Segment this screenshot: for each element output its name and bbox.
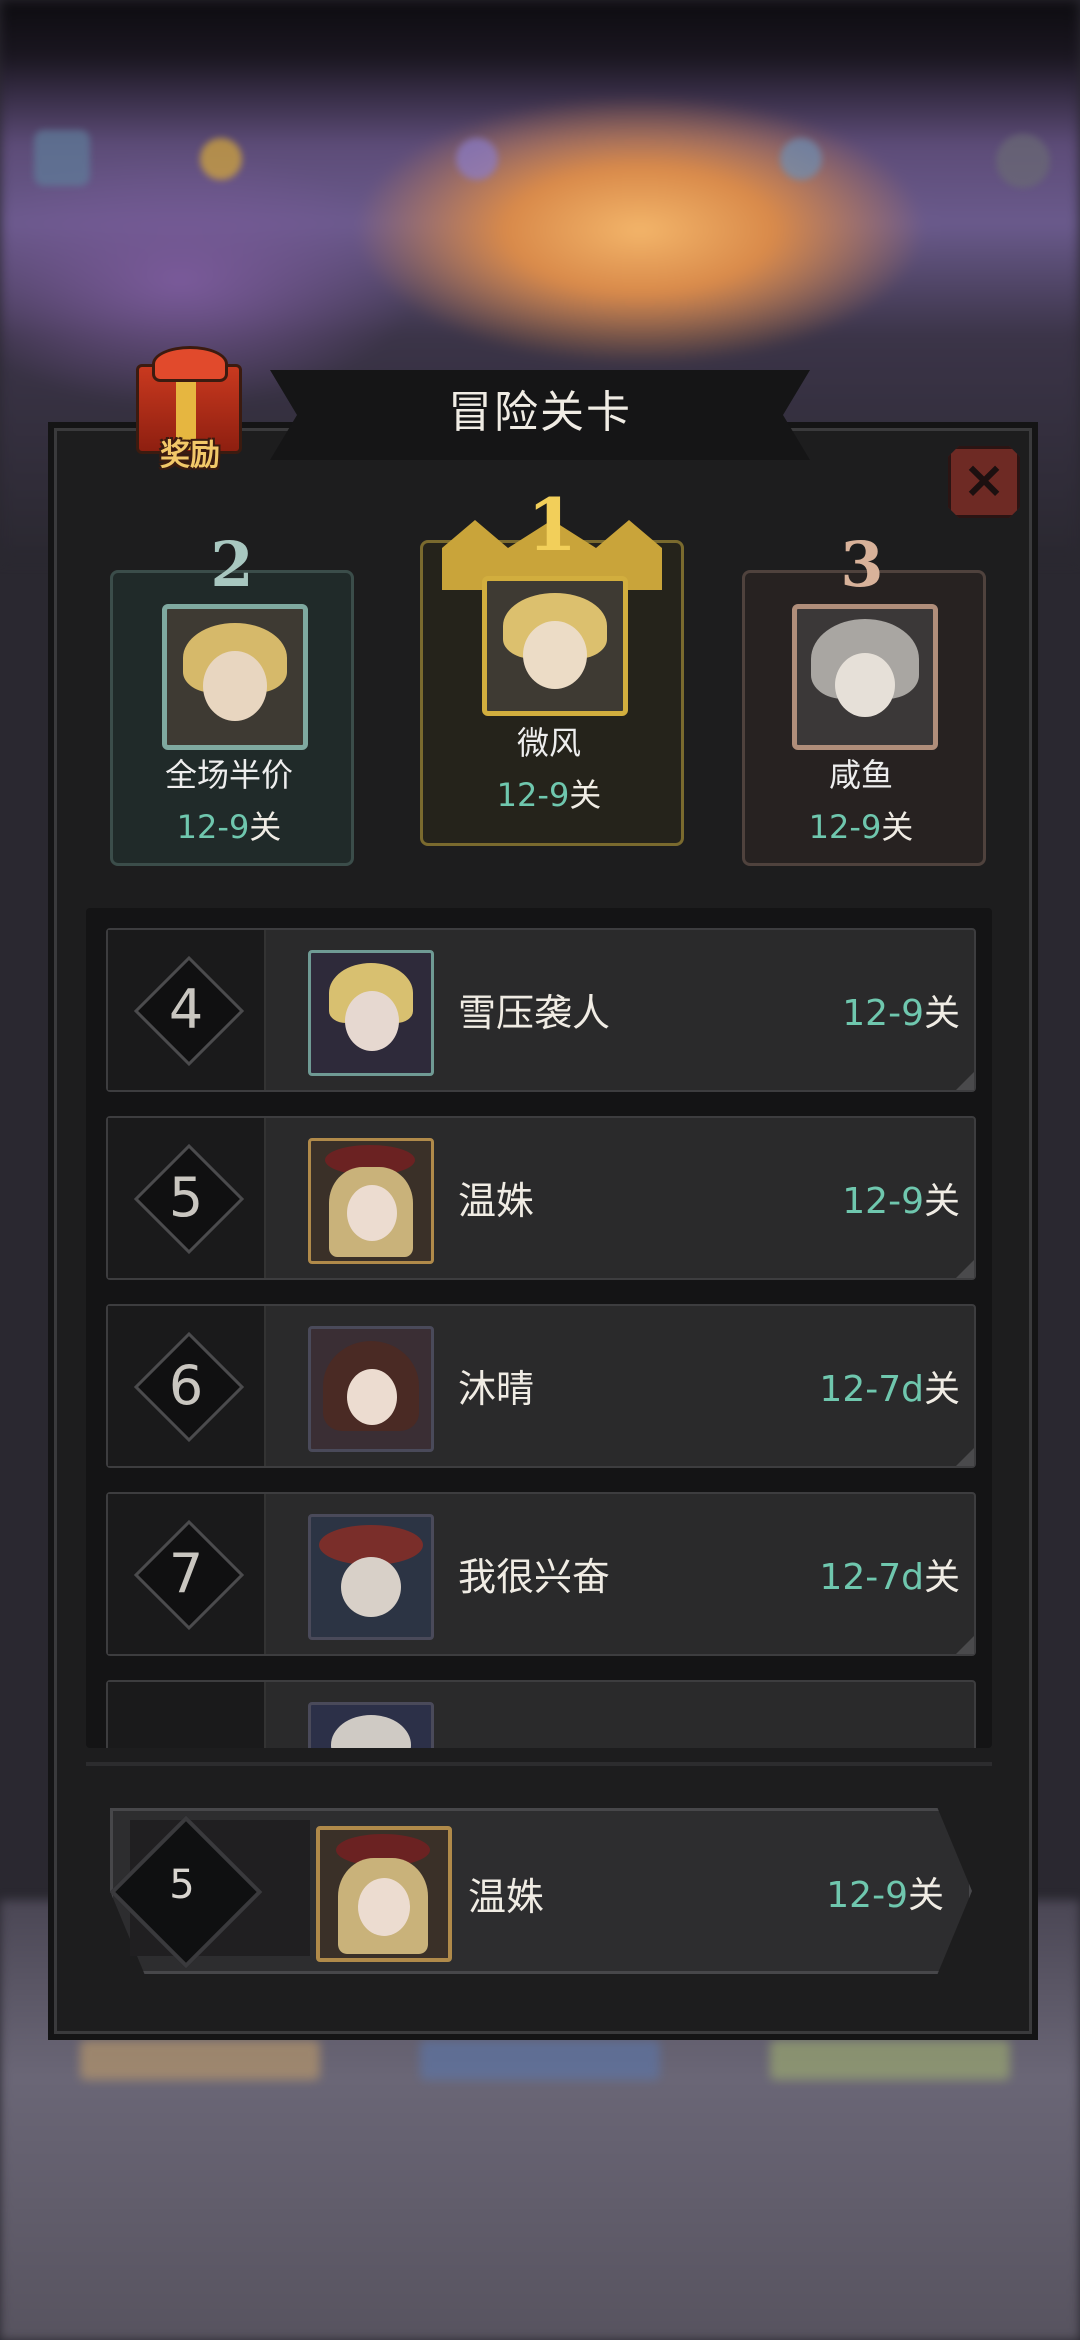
rank-badge: 3: [840, 528, 884, 601]
player-name: 沐晴: [458, 1367, 535, 1411]
player-name: 咸鱼: [828, 756, 893, 794]
player-name: 温姝: [468, 1875, 545, 1919]
rank-badge: 1: [526, 482, 578, 567]
player-name: 我很兴奋: [458, 1555, 611, 1599]
my-ranking-bar[interactable]: 5 温姝 12-9关: [109, 1808, 972, 1974]
close-button[interactable]: ×: [948, 446, 1020, 518]
background-tile: [420, 2040, 660, 2080]
gold-coin-icon: [200, 138, 242, 180]
podium-rank-1[interactable]: 1 微风 12-9关: [420, 482, 684, 852]
rank-badge: 2: [210, 528, 254, 601]
reward-label: 奖励: [160, 438, 220, 473]
list-item[interactable]: 5 温姝 12-9关: [106, 1116, 976, 1280]
gem-icon: [456, 138, 498, 180]
player-stage: 12-9关: [826, 1875, 944, 1916]
player-avatar: [308, 1702, 434, 1748]
background-tile: [80, 2040, 320, 2080]
reward-button[interactable]: 奖励: [118, 344, 258, 474]
menu-icon: [34, 130, 90, 186]
podium-rank-2[interactable]: 2 全场半价 12-9关: [110, 528, 354, 866]
rank-badge: 7: [133, 1519, 245, 1631]
player-stage: 12-7d关: [819, 1369, 960, 1410]
player-name: 温姝: [458, 1179, 535, 1223]
player-avatar: [482, 576, 628, 716]
energy-icon: [780, 138, 822, 180]
settings-icon: [996, 134, 1050, 188]
list-item[interactable]: 4 雪压袭人 12-9关: [106, 928, 976, 1092]
list-item[interactable]: 6 沐晴 12-7d关: [106, 1304, 976, 1468]
player-stage: 12-9关: [176, 808, 282, 846]
background-tile: [770, 2040, 1010, 2080]
player-stage: 12-9关: [496, 776, 602, 814]
player-avatar: [308, 1138, 434, 1264]
close-icon: ×: [962, 450, 1006, 510]
player-stage: 12-9关: [842, 1181, 960, 1222]
ranking-list[interactable]: 4 雪压袭人 12-9关 5 温姝 12-9关 6 沐晴 12-7d关 7 我很…: [86, 908, 992, 1748]
rank-badge: 5: [133, 1143, 245, 1255]
player-avatar: [308, 1514, 434, 1640]
player-avatar: [792, 604, 938, 750]
podium-rank-3[interactable]: 3 咸鱼 12-9关: [742, 528, 986, 866]
rank-badge: 5: [102, 1808, 263, 1969]
player-stage: 12-9关: [842, 993, 960, 1034]
player-avatar: [308, 950, 434, 1076]
dialog-title: 冒险关卡: [448, 387, 632, 438]
divider: [86, 1762, 992, 1766]
player-avatar: [162, 604, 308, 750]
player-name: 全场半价: [164, 756, 293, 794]
player-name: 雪压袭人: [458, 991, 611, 1035]
gift-bow: [152, 346, 228, 382]
player-avatar: [308, 1326, 434, 1452]
player-name: 微风: [516, 724, 581, 762]
player-stage: 12-7d关: [819, 1557, 960, 1598]
rank-badge: 4: [133, 955, 245, 1067]
resource-bar: [0, 120, 1080, 200]
list-item-partial[interactable]: [106, 1680, 976, 1748]
rank-badge: 6: [133, 1331, 245, 1443]
list-item[interactable]: 7 我很兴奋 12-7d关: [106, 1492, 976, 1656]
player-avatar: [316, 1826, 452, 1962]
player-stage: 12-9关: [808, 808, 914, 846]
